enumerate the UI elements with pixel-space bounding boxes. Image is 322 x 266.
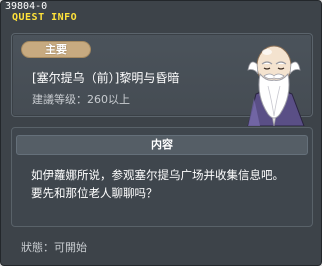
quest-content-panel: 内容 如伊蘿娜所说，参观塞尔提乌广场并收集信息吧。 要先和那位老人聊聊吗？ (11, 127, 313, 227)
quest-description: 如伊蘿娜所说，参观塞尔提乌广场并收集信息吧。 要先和那位老人聊聊吗？ (31, 166, 311, 202)
quest-level-requirement: 建議等级：260以上 (32, 93, 130, 106)
quest-id-tag: 39804-0 (5, 1, 48, 12)
description-line: 如伊蘿娜所说，参观塞尔提乌广场并收集信息吧。 (31, 168, 284, 182)
description-line: 要先和那位老人聊聊吗？ (31, 186, 158, 200)
quest-info-window: 39804-0 QUEST INFO 主要 [塞尔提乌（前）]黎明与昏暗 建議等… (0, 0, 322, 266)
quest-category-badge: 主要 (21, 41, 91, 58)
quest-summary-panel: 主要 [塞尔提乌（前）]黎明与昏暗 建議等级：260以上 (11, 33, 313, 126)
content-header: 内容 (16, 135, 308, 155)
quest-status: 狀態：可開始 (21, 241, 87, 254)
elder-npc-portrait-icon (247, 45, 305, 126)
window-title: QUEST INFO (12, 12, 78, 23)
quest-name: [塞尔提乌（前）]黎明与昏暗 (32, 71, 180, 85)
